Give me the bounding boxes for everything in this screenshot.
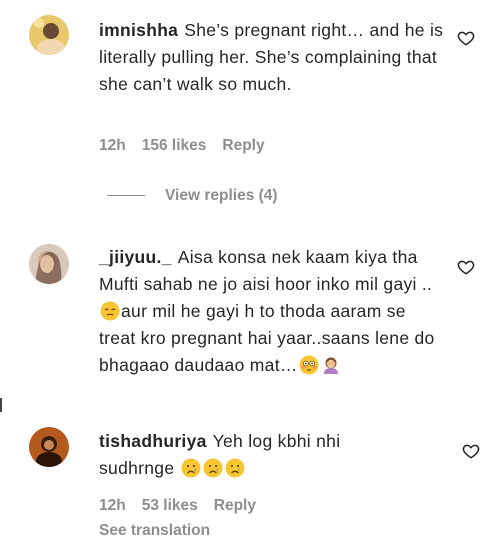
crying-face-icon [181,458,201,478]
comment-meta: 12h 53 likes Reply [99,497,272,515]
crying-face-icon [225,458,245,478]
comment-text: imnishha She’s pregnant right… and he is … [99,17,444,98]
comment-time: 12h [99,497,126,514]
avatar[interactable] [29,15,69,55]
view-replies-label: View replies (4) [165,187,278,204]
reply-button[interactable]: Reply [222,137,264,154]
see-translation-button[interactable]: See translation [99,522,210,540]
flushed-face-icon [299,355,319,375]
like-heart-icon[interactable] [457,258,475,276]
like-heart-icon[interactable] [457,29,475,47]
reply-button[interactable]: Reply [214,497,256,514]
pensive-face-icon [100,301,120,321]
comment-text: _jiiyuu._ Aisa konsa nek kaam kiya tha Mu… [99,244,444,379]
comment-text: tishadhuriya Yeh log kbhi nhi sudhrnge [99,428,399,482]
comment-username[interactable]: imnishha [99,20,178,40]
comment-likes[interactable]: 53 likes [142,497,198,514]
avatar[interactable] [29,244,69,284]
crying-face-icon [203,458,223,478]
comment-username[interactable]: _jiiyuu._ [99,247,172,267]
comment-time: 12h [99,137,126,154]
view-replies-button[interactable]: View replies (4) [107,187,278,205]
scroll-edge-marker [0,398,2,412]
woman-facepalming-icon [321,355,341,375]
comment-body-continued: aur mil he gayi h to thoda aaram se trea… [99,301,435,375]
comment-likes[interactable]: 156 likes [142,137,207,154]
avatar[interactable] [29,427,69,467]
like-heart-icon[interactable] [462,442,480,460]
replies-divider [107,195,145,197]
comment-username[interactable]: tishadhuriya [99,431,207,451]
comment-meta: 12h 156 likes Reply [99,137,281,155]
